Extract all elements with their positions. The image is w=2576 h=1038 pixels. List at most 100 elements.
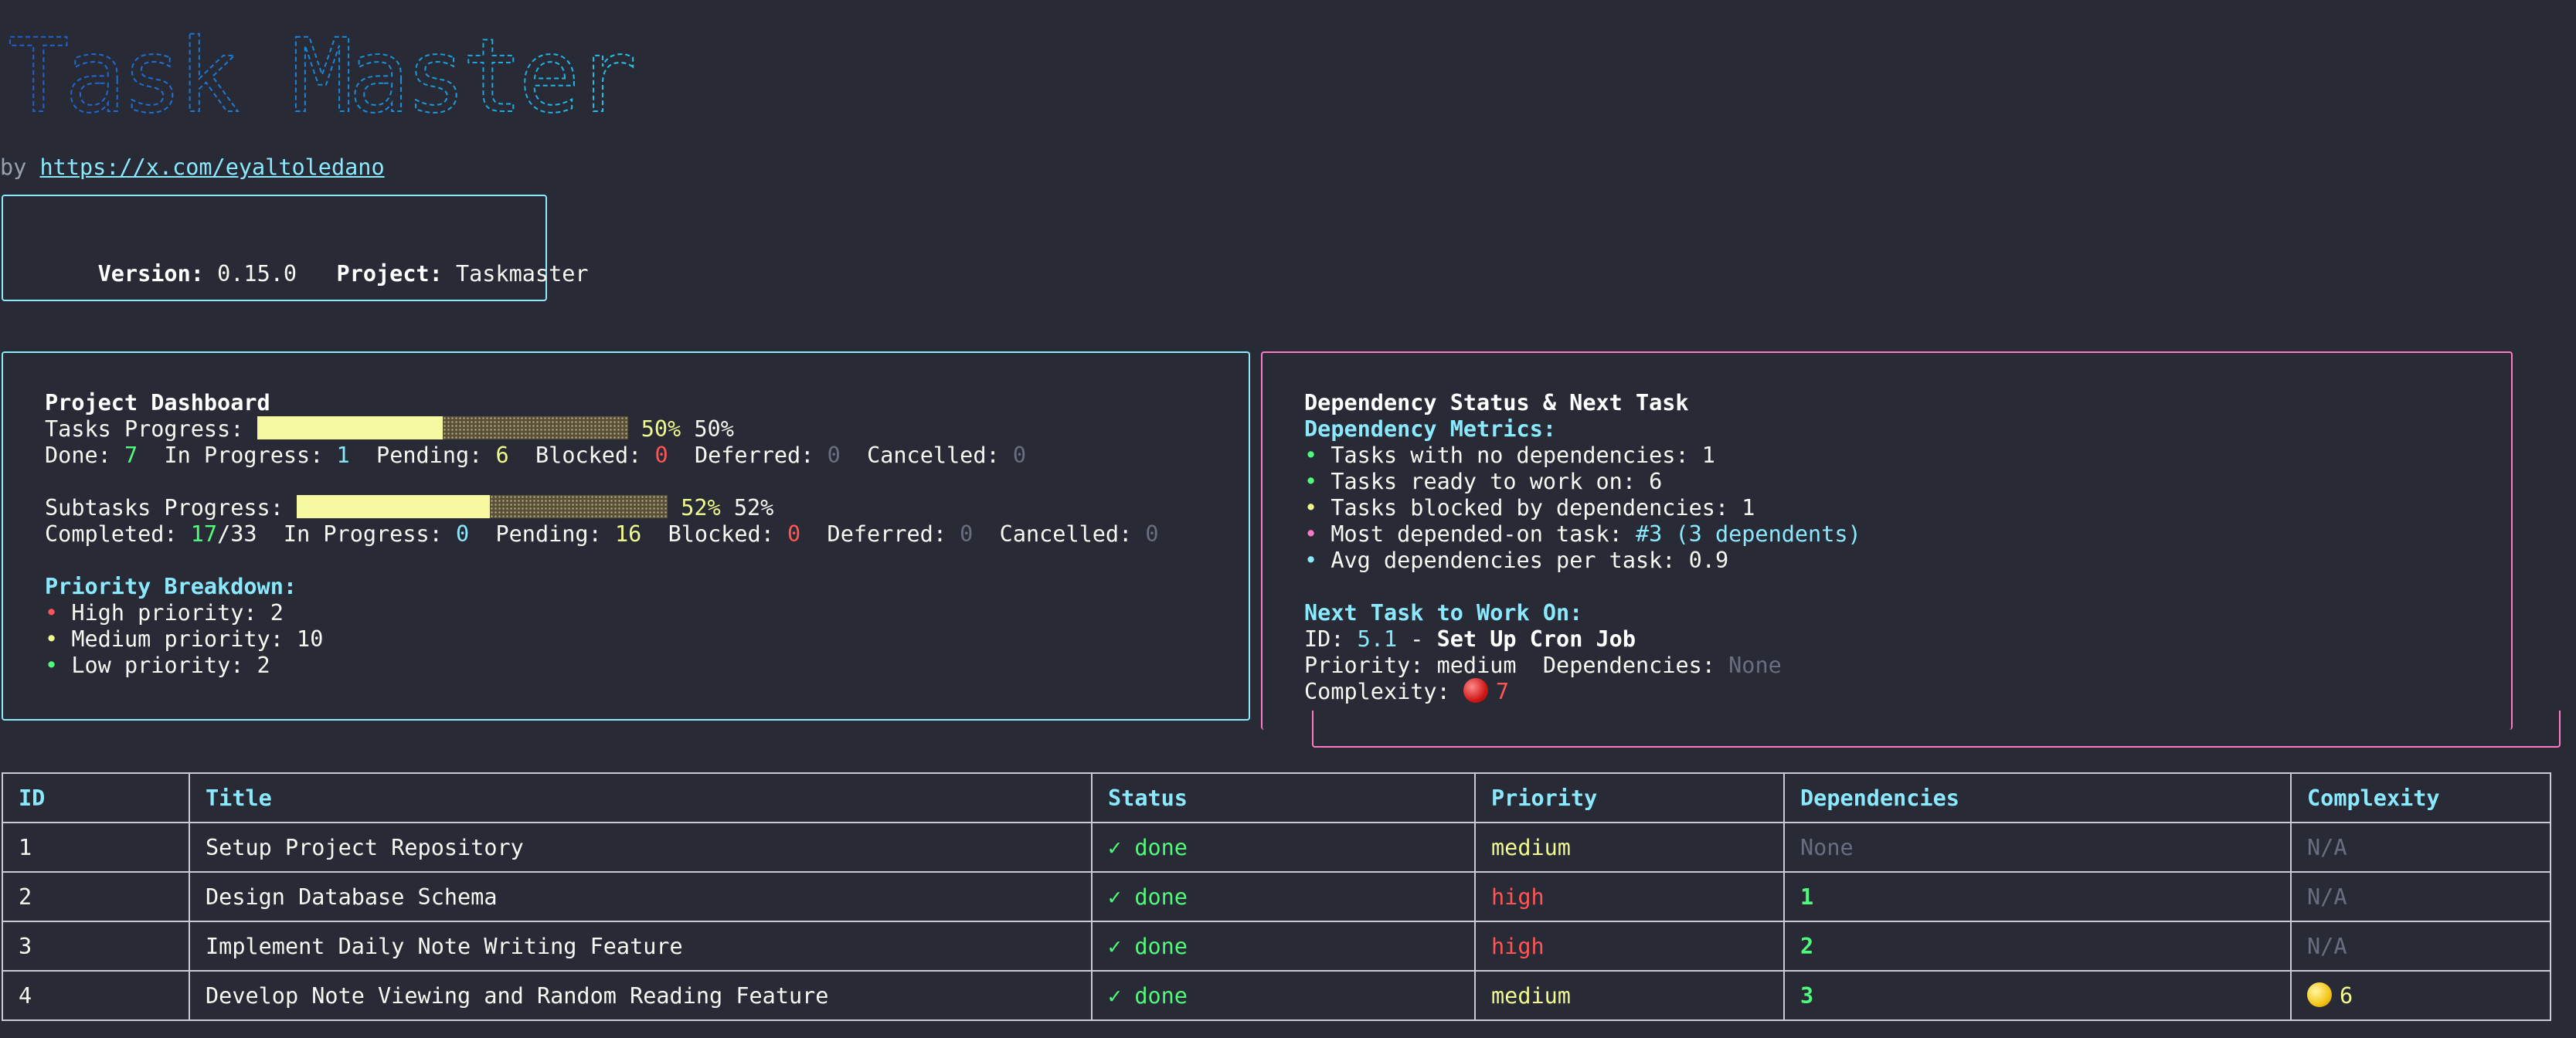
blocked-count: 0 (654, 443, 668, 468)
bullet-icon: • (45, 653, 59, 678)
cell-title: Design Database Schema (189, 871, 1093, 922)
version-box: Version: 0.15.0 Project: Taskmaster (2, 195, 589, 301)
tasks-table: ID Title Status Priority Dependencies Co… (2, 772, 2551, 1021)
next-task-dependencies: None (1728, 653, 1782, 678)
bullet-icon: • (1304, 548, 1318, 573)
dependency-metrics-list: • Tasks with no dependencies: 1 • Tasks r… (1304, 443, 1861, 574)
table-header-row: ID Title Status Priority Dependencies Co… (2, 772, 2551, 823)
cell-title: Setup Project Repository (189, 822, 1093, 873)
tasks-percent: 50% (694, 416, 734, 442)
bullet-icon: • (1304, 521, 1318, 547)
cell-priority: medium (1474, 970, 1785, 1021)
cell-status: ✓ done (1091, 921, 1476, 972)
cancelled-count: 0 (1012, 443, 1026, 468)
tasks-progress-row: Tasks Progress: 50% 50% (45, 416, 1159, 443)
in-progress-count: 1 (336, 443, 350, 468)
red-circle-icon (1463, 678, 1488, 703)
sub-in-progress-count: 0 (455, 521, 470, 547)
table-row[interactable]: 3 Implement Daily Note Writing Feature ✓… (2, 921, 2551, 972)
cell-id: 3 (2, 921, 190, 972)
header-id: ID (2, 772, 190, 823)
pending-count: 6 (495, 443, 509, 468)
cell-complexity: N/A (2290, 822, 2551, 873)
subtasks-progress-row: Subtasks Progress: 52% 52% (45, 495, 1159, 521)
version-label: Version: (97, 261, 204, 287)
sub-pending-count: 16 (614, 521, 642, 547)
task-status-counts: Done: 7 In Progress: 1 Pending: 6 Blocke… (45, 443, 1026, 468)
cell-status: ✓ done (1091, 822, 1476, 873)
dependency-metric-item: • Tasks with no dependencies: 1 (1304, 443, 1715, 468)
cell-status: ✓ done (1091, 871, 1476, 922)
table-row[interactable]: 2 Design Database Schema ✓ done high 1 N… (2, 871, 2551, 922)
dependency-panel: Dependency Status & Next Task Dependency… (1261, 351, 2513, 730)
dashboard-title: Project Dashboard (45, 390, 270, 416)
next-task-id-row: ID: 5.1 - Set Up Cron Job (1304, 626, 1636, 652)
table-row[interactable]: 4 Develop Note Viewing and Random Readin… (2, 970, 2551, 1021)
most-depended-task-link: #3 (3 dependents) (1636, 521, 1861, 547)
dependency-metric-item: • Most depended-on task: #3 (3 dependent… (1304, 521, 1861, 547)
cell-complexity: N/A (2290, 871, 2551, 922)
header-status: Status (1091, 772, 1476, 823)
dependency-panel-bottom-border (1312, 711, 2561, 748)
next-task-priority-row: Priority: medium Dependencies: None (1304, 653, 1782, 678)
tasks-percent-colored: 50% (641, 416, 681, 442)
priority-breakdown-title: Priority Breakdown: (45, 574, 297, 599)
cell-complexity: N/A (2290, 921, 2551, 972)
next-task-priority: medium (1436, 653, 1517, 678)
yellow-circle-icon (2307, 982, 2332, 1007)
subtasks-progress-label: Subtasks Progress: (45, 495, 284, 521)
author-byline: by https://x.com/eyaltoledano (0, 154, 385, 180)
priority-item: • Medium priority: 10 (45, 626, 324, 652)
next-task-title-value: Set Up Cron Job (1436, 626, 1636, 652)
bullet-icon: • (1304, 443, 1318, 468)
table-row[interactable]: 1 Setup Project Repository ✓ done medium… (2, 822, 2551, 873)
header-title: Title (189, 772, 1093, 823)
next-task-complexity: 7 (1495, 679, 1510, 704)
tasks-progress-bar (257, 416, 628, 439)
project-label: Project: (336, 261, 443, 287)
cell-priority: high (1474, 921, 1785, 972)
priority-list: • High priority: 2 • Medium priority: 10 •… (45, 600, 1159, 679)
cell-id: 1 (2, 822, 190, 873)
dependency-metrics-title: Dependency Metrics: (1304, 416, 1557, 442)
bullet-icon: • (1304, 495, 1318, 521)
dependency-metric-item: • Avg dependencies per task: 0.9 (1304, 548, 1729, 573)
cell-priority: medium (1474, 822, 1785, 873)
subtasks-progress-bar (297, 495, 668, 518)
cell-dependencies: 2 (1783, 921, 2292, 972)
byline-prefix: by (0, 154, 40, 180)
priority-item: • Low priority: 2 (45, 653, 270, 678)
priority-item: • High priority: 2 (45, 600, 284, 626)
cell-id: 4 (2, 970, 190, 1021)
sub-cancelled-count: 0 (1145, 521, 1159, 547)
cell-title: Develop Note Viewing and Random Reading … (189, 970, 1093, 1021)
subtasks-percent: 52% (733, 495, 774, 521)
dependency-metric-item: • Tasks blocked by dependencies: 1 (1304, 495, 1755, 521)
completed-count: 17 (190, 521, 218, 547)
cell-id: 2 (2, 871, 190, 922)
version-value: 0.15.0 (217, 261, 297, 287)
completed-total: /33 (217, 521, 257, 547)
project-dashboard-panel: Project Dashboard Tasks Progress: 50% 50… (2, 351, 1250, 721)
bullet-icon: • (45, 626, 59, 652)
tasks-progress-label: Tasks Progress: (45, 416, 244, 442)
author-link[interactable]: https://x.com/eyaltoledano (39, 154, 384, 180)
done-count: 7 (124, 443, 138, 468)
dependency-title: Dependency Status & Next Task (1304, 390, 1689, 416)
next-task-id: 5.1 (1357, 626, 1398, 652)
next-task-complexity-row: Complexity: 7 (1304, 678, 1510, 704)
cell-dependencies: 3 (1783, 970, 2292, 1021)
dependency-metric-item: • Tasks ready to work on: 6 (1304, 469, 1663, 494)
svg-text:Task Master: Task Master (8, 17, 634, 136)
cell-dependencies: None (1783, 822, 2292, 873)
next-task-title: Next Task to Work On: (1304, 600, 1583, 626)
sub-deferred-count: 0 (960, 521, 974, 547)
cell-dependencies: 1 (1783, 871, 2292, 922)
subtasks-percent-colored: 52% (681, 495, 721, 521)
bullet-icon: • (45, 600, 59, 626)
subtask-status-counts: Completed: 17/33 In Progress: 0 Pending:… (45, 521, 1159, 547)
cell-status: ✓ done (1091, 970, 1476, 1021)
header-complexity: Complexity (2290, 772, 2551, 823)
cell-complexity: 6 (2290, 970, 2551, 1021)
project-value: Taskmaster (455, 261, 589, 287)
